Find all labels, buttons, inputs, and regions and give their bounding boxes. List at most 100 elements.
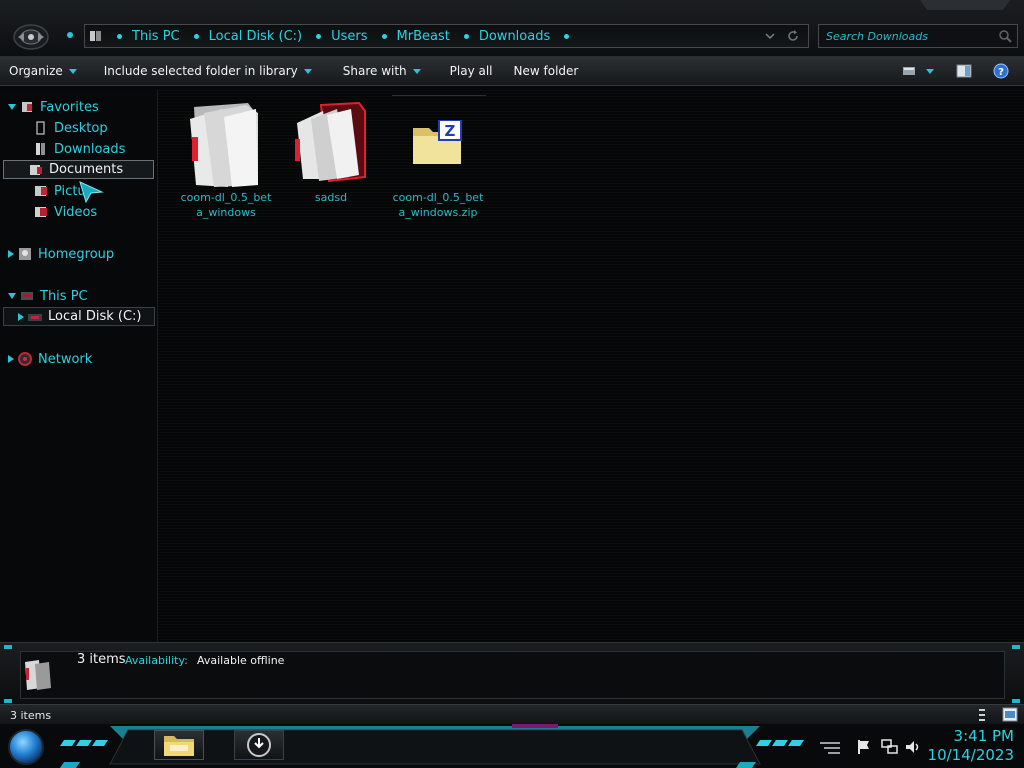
taskbar-download-app[interactable] [234, 730, 284, 760]
nav-this-pc[interactable]: This PC [8, 287, 88, 305]
recent-locations-dot[interactable] [67, 32, 73, 38]
nav-label: Downloads [54, 141, 126, 157]
preview-pane-button[interactable] [956, 57, 972, 85]
breadcrumb-local-disk[interactable]: Local Disk (C:) [180, 29, 302, 44]
details-pane: 3 items Availability: Available offline [0, 642, 1024, 705]
drive-icon [28, 313, 42, 321]
nav-homegroup[interactable]: Homegroup [8, 245, 114, 263]
new-folder-label: New folder [513, 64, 579, 78]
file-list-view[interactable]: coom-dl_0.5_beta_windows sadsd Z coom-dl… [79, 90, 1024, 642]
status-item-count: 3 items [10, 708, 52, 722]
pictures-icon [35, 186, 47, 196]
nav-favorites[interactable]: Favorites [8, 98, 99, 116]
folder-icon [295, 101, 366, 183]
breadcrumb-label[interactable]: Downloads [479, 29, 550, 44]
breadcrumb-label[interactable]: This PC [132, 29, 180, 44]
taskbar-file-explorer[interactable] [154, 730, 204, 760]
breadcrumb-label[interactable]: MrBeast [397, 29, 450, 44]
selection-outline [392, 95, 486, 96]
share-with-button[interactable]: Share with [321, 57, 430, 85]
breadcrumb-separator [381, 33, 387, 39]
file-item-folder[interactable]: coom-dl_0.5_beta_windows [178, 98, 274, 220]
breadcrumb-mrbeast[interactable]: MrBeast [368, 29, 450, 44]
nav-videos[interactable]: Videos [30, 203, 97, 221]
folder-icon [190, 103, 258, 187]
breadcrumb-users[interactable]: Users [302, 29, 368, 44]
nav-label: Homegroup [38, 246, 115, 262]
nav-downloads[interactable]: Downloads [30, 140, 125, 158]
file-item-zip[interactable]: Z coom-dl_0.5_beta_windows.zip [390, 98, 486, 220]
expander-closed-icon[interactable] [18, 312, 24, 321]
expander-closed-icon[interactable] [8, 355, 14, 363]
zip-archive-icon: Z [413, 120, 462, 164]
breadcrumb-this-pc[interactable]: This PC [103, 29, 180, 44]
folder-thumbnail-icon [25, 660, 51, 690]
file-name-label: coom-dl_0.5_beta_windows [180, 191, 272, 219]
breadcrumb-label[interactable]: Local Disk (C:) [209, 29, 302, 44]
expander-open-icon[interactable] [8, 104, 16, 110]
organize-button[interactable]: Organize [0, 57, 86, 85]
search-input[interactable] [826, 29, 998, 43]
play-all-button[interactable]: Play all [430, 57, 502, 85]
file-item-folder[interactable]: sadsd [283, 98, 379, 205]
file-name-label: coom-dl_0.5_beta_windows.zip [392, 191, 484, 219]
nav-local-disk[interactable]: Local Disk (C:) [3, 307, 155, 326]
breadcrumb-separator [193, 33, 199, 39]
nav-documents[interactable]: Documents [3, 160, 154, 179]
favorites-star-icon [22, 102, 32, 112]
downloads-icon [36, 143, 45, 155]
help-button[interactable]: ? [993, 57, 1009, 85]
expander-closed-icon[interactable] [8, 250, 14, 258]
file-explorer-icon [164, 736, 194, 756]
breadcrumb-separator [463, 33, 469, 39]
availability-value: Available offline [197, 654, 285, 667]
nav-desktop[interactable]: Desktop [30, 119, 108, 137]
chevron-down-icon[interactable] [764, 31, 776, 41]
breadcrumb-downloads[interactable]: Downloads [450, 29, 579, 44]
clock-time: 3:41 PM [953, 727, 1014, 745]
start-button[interactable] [8, 729, 44, 765]
documents-icon [30, 164, 42, 175]
homegroup-icon [19, 248, 31, 260]
status-bar: 3 items [0, 704, 1024, 725]
volume-icon[interactable] [904, 739, 922, 755]
play-all-label: Play all [449, 64, 493, 78]
back-forward-orb-icon[interactable] [12, 20, 50, 54]
chevron-down-icon [412, 68, 421, 74]
download-app-icon [247, 733, 271, 757]
action-center-flag-icon[interactable] [856, 739, 872, 755]
nav-label: Local Disk (C:) [48, 309, 142, 324]
include-in-library-button[interactable]: Include selected folder in library [86, 57, 321, 85]
network-icon [18, 352, 32, 366]
address-bar[interactable]: This PC Local Disk (C:) Users MrBeast Do… [84, 24, 809, 48]
large-icons-view-icon[interactable] [1002, 707, 1018, 722]
nav-label: Documents [49, 162, 124, 177]
computer-icon [21, 292, 33, 300]
svg-text:?: ? [998, 67, 1004, 78]
refresh-icon[interactable] [786, 29, 800, 43]
search-icon[interactable] [998, 29, 1012, 43]
new-folder-button[interactable]: New folder [502, 57, 588, 85]
taskbar-clock[interactable]: 3:41 PM 10/14/2023 [928, 727, 1014, 765]
nav-label: This PC [40, 288, 88, 304]
breadcrumb-separator [564, 33, 570, 39]
clock-date: 10/14/2023 [927, 746, 1014, 764]
svg-text:Z: Z [445, 122, 456, 140]
details-content: 3 items Availability: Available offline [20, 651, 1005, 699]
chevron-down-icon[interactable] [926, 68, 934, 74]
details-view-icon[interactable] [978, 708, 986, 722]
breadcrumb-separator [117, 33, 122, 39]
organize-label: Organize [9, 64, 63, 78]
network-status-icon[interactable] [880, 739, 898, 755]
videos-icon [35, 207, 47, 217]
expander-open-icon[interactable] [8, 293, 16, 299]
file-name-label: sadsd [314, 191, 348, 204]
nav-label: Favorites [40, 99, 99, 115]
change-view-button[interactable] [902, 57, 934, 85]
search-box[interactable] [818, 24, 1018, 48]
nav-network[interactable]: Network [8, 350, 92, 368]
breadcrumb-label[interactable]: Users [331, 29, 367, 44]
chevron-down-icon [68, 68, 77, 74]
nav-label: Desktop [54, 120, 108, 136]
item-count-label: 3 items [77, 652, 126, 667]
